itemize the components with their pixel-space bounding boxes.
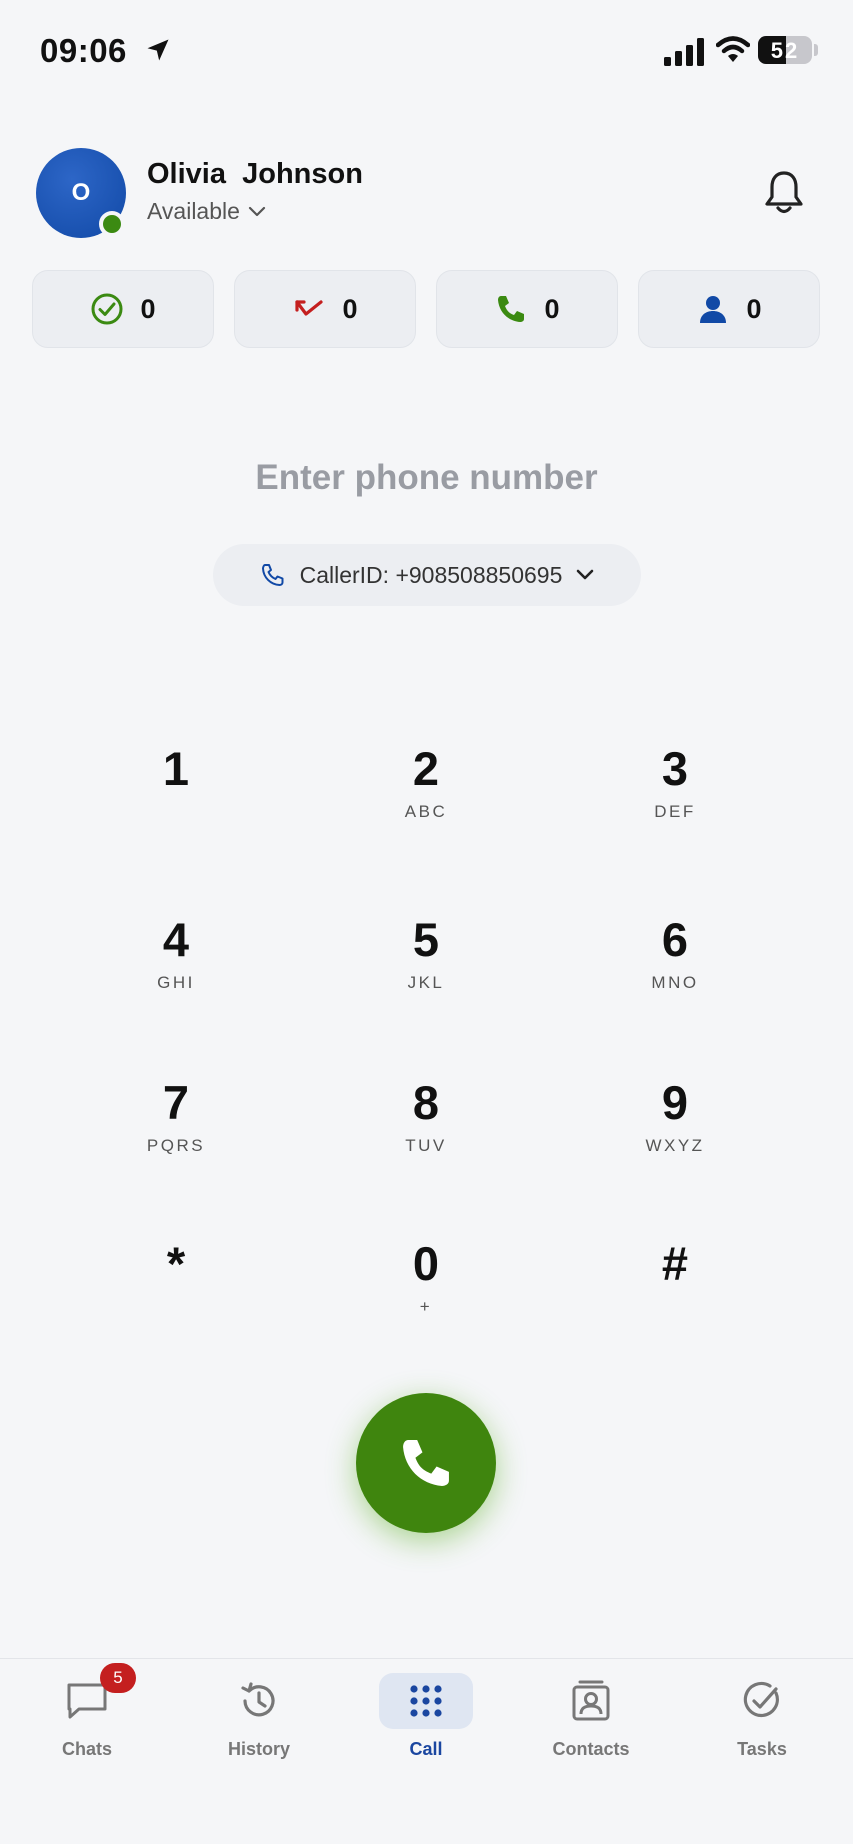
presence-status-label: Available bbox=[147, 198, 240, 224]
key-digit: # bbox=[661, 1237, 689, 1290]
phone-icon bbox=[498, 296, 525, 322]
bottom-tab-bar: 5 Chats History Call Contacts Tasks bbox=[0, 1658, 853, 1844]
key-digit: 6 bbox=[661, 913, 689, 966]
battery-percent: 52 bbox=[770, 38, 800, 63]
tab-icon-wrap bbox=[212, 1673, 306, 1729]
stat-calls[interactable]: 0 bbox=[436, 270, 618, 348]
tab-icon-wrap bbox=[544, 1673, 638, 1729]
chevron-down-icon bbox=[248, 206, 266, 216]
key-letters: JKL bbox=[407, 973, 445, 992]
tab-icon-wrap: 5 bbox=[40, 1663, 136, 1729]
tab-label: Call bbox=[409, 1739, 443, 1759]
phone-handset-icon bbox=[403, 1440, 449, 1486]
key-7[interactable]: 7 PQRS bbox=[76, 1079, 276, 1209]
key-digit: 2 bbox=[412, 742, 440, 795]
battery-indicator: 52 bbox=[758, 36, 812, 64]
avatar-initial: O bbox=[71, 179, 91, 206]
key-star[interactable]: * bbox=[76, 1240, 276, 1370]
check-circle-icon bbox=[91, 293, 123, 325]
key-4[interactable]: 4 GHI bbox=[76, 916, 276, 1046]
tab-icon-wrap bbox=[715, 1673, 809, 1729]
stat-missed[interactable]: 0 bbox=[234, 270, 416, 348]
person-icon bbox=[700, 296, 727, 323]
key-1[interactable]: 1 bbox=[76, 745, 276, 875]
tab-contacts[interactable]: Contacts bbox=[516, 1673, 666, 1783]
notification-bell-icon[interactable] bbox=[762, 168, 806, 216]
chevron-down-icon bbox=[577, 569, 594, 580]
key-letters: + bbox=[419, 1297, 433, 1316]
stat-contacts-count: 0 bbox=[746, 293, 762, 324]
dialer-screen: 09:06 52 O Olivia Johnson Available 0 0 … bbox=[0, 0, 853, 1844]
tab-call[interactable]: Call bbox=[351, 1673, 501, 1783]
key-letters: TUV bbox=[405, 1136, 447, 1155]
stat-answered-count: 0 bbox=[140, 293, 156, 324]
key-digit: 3 bbox=[661, 742, 689, 795]
key-letters: GHI bbox=[157, 973, 195, 992]
history-icon bbox=[241, 1682, 275, 1717]
presence-status-dropdown[interactable]: Available bbox=[147, 198, 266, 225]
tab-history[interactable]: History bbox=[184, 1673, 334, 1783]
key-digit: 8 bbox=[412, 1076, 440, 1129]
key-digit: 5 bbox=[412, 913, 440, 966]
key-0[interactable]: 0 + bbox=[326, 1240, 526, 1370]
key-hash[interactable]: # bbox=[575, 1240, 775, 1370]
tab-label: Tasks bbox=[737, 1739, 787, 1759]
key-9[interactable]: 9 WXYZ bbox=[575, 1079, 775, 1209]
key-digit: 7 bbox=[162, 1076, 190, 1129]
tab-icon-wrap bbox=[379, 1673, 473, 1729]
chats-badge: 5 bbox=[100, 1663, 136, 1693]
stat-contacts[interactable]: 0 bbox=[638, 270, 820, 348]
key-letters: MNO bbox=[651, 973, 699, 992]
key-5[interactable]: 5 JKL bbox=[326, 916, 526, 1046]
key-digit: 4 bbox=[162, 913, 190, 966]
key-letters: DEF bbox=[654, 802, 696, 821]
call-stats: 0 0 0 0 bbox=[32, 270, 820, 348]
key-letters: ABC bbox=[404, 802, 448, 821]
key-digit: 0 bbox=[412, 1237, 440, 1290]
key-8[interactable]: 8 TUV bbox=[326, 1079, 526, 1209]
tasks-icon bbox=[743, 1681, 779, 1718]
call-button[interactable] bbox=[356, 1393, 496, 1533]
contacts-icon bbox=[572, 1680, 610, 1721]
key-digit: 1 bbox=[162, 742, 190, 795]
caller-id-selector[interactable]: CallerID: +908508850695 bbox=[213, 544, 641, 606]
stat-calls-count: 0 bbox=[544, 293, 560, 324]
caller-id-label: CallerID: +908508850695 bbox=[299, 561, 563, 588]
tab-label: Contacts bbox=[552, 1739, 630, 1759]
key-2[interactable]: 2 ABC bbox=[326, 745, 526, 875]
status-time: 09:06 bbox=[40, 32, 127, 69]
tab-label: History bbox=[227, 1739, 290, 1759]
stat-answered[interactable]: 0 bbox=[32, 270, 214, 348]
stat-missed-count: 0 bbox=[342, 293, 358, 324]
missed-call-icon bbox=[295, 300, 324, 316]
key-letters: PQRS bbox=[146, 1136, 206, 1155]
location-arrow-icon bbox=[147, 39, 169, 61]
status-bar: 09:06 52 bbox=[0, 30, 853, 74]
key-6[interactable]: 6 MNO bbox=[575, 916, 775, 1046]
key-letters: WXYZ bbox=[645, 1136, 705, 1155]
key-3[interactable]: 3 DEF bbox=[575, 745, 775, 875]
key-digit: 9 bbox=[661, 1076, 689, 1129]
user-name: Olivia Johnson bbox=[147, 158, 363, 190]
tab-chats[interactable]: 5 Chats bbox=[12, 1663, 162, 1783]
key-digit: * bbox=[166, 1237, 186, 1290]
cellular-signal-icon bbox=[664, 38, 704, 66]
tab-label: Chats bbox=[61, 1739, 112, 1759]
phone-outline-icon bbox=[261, 564, 284, 586]
dialpad-icon bbox=[410, 1685, 442, 1717]
tab-tasks[interactable]: Tasks bbox=[687, 1673, 837, 1783]
battery-tip bbox=[814, 44, 818, 56]
presence-dot bbox=[99, 211, 125, 237]
phone-number-input[interactable]: Enter phone number bbox=[0, 458, 853, 498]
wifi-icon bbox=[716, 36, 750, 62]
